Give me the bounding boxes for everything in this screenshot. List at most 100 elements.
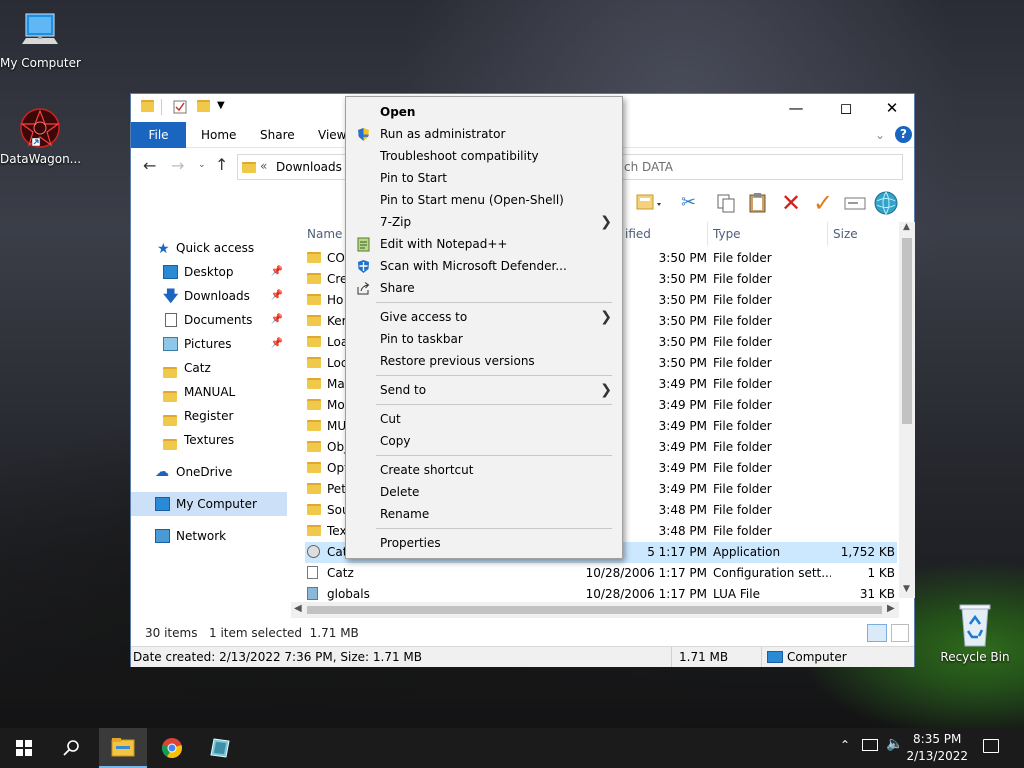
forward-icon[interactable]: →: [171, 156, 184, 175]
menu-item-restore-previous-versions[interactable]: Restore previous versions: [346, 350, 622, 372]
address-location[interactable]: Downloads: [276, 160, 342, 174]
share-icon: [356, 281, 371, 295]
nav-catz[interactable]: Catz: [131, 356, 287, 380]
back-icon[interactable]: ←: [143, 156, 156, 175]
cell-size: 1 KB: [867, 566, 895, 580]
maximize-button[interactable]: ◻: [823, 94, 869, 122]
large-icons-view-icon[interactable]: [891, 624, 909, 642]
nav-manual[interactable]: MANUAL: [131, 380, 287, 404]
tab-home[interactable]: Home: [189, 122, 248, 148]
desktop-icon-datawagon[interactable]: DataWagon...: [0, 106, 81, 166]
menu-item-give-access-to[interactable]: Give access to ❯: [346, 306, 622, 328]
nav-downloads[interactable]: 🡇 Downloads 📌: [131, 284, 287, 308]
menu-item-troubleshoot-compatibility[interactable]: Troubleshoot compatibility: [346, 145, 622, 167]
menu-item-run-as-administrator[interactable]: Run as administrator: [346, 123, 622, 145]
menu-item-delete[interactable]: Delete: [346, 481, 622, 503]
menu-item-rename[interactable]: Rename: [346, 503, 622, 525]
scrollbar-thumb[interactable]: [307, 606, 882, 614]
menu-item-cut[interactable]: Cut: [346, 408, 622, 430]
clock[interactable]: 8:35 PM 2/13/2022: [906, 731, 968, 765]
folder-icon: [307, 399, 321, 410]
volume-icon[interactable]: 🔈: [886, 736, 903, 752]
nav-documents[interactable]: Documents 📌: [131, 308, 287, 332]
nav-desktop[interactable]: Desktop 📌: [131, 260, 287, 284]
rename-icon[interactable]: [843, 192, 867, 217]
menu-item-send-to[interactable]: Send to ❯: [346, 379, 622, 401]
cut-icon[interactable]: ✂: [681, 192, 696, 213]
column-header-type[interactable]: Type: [713, 222, 741, 246]
nav-item-label: Desktop: [184, 265, 234, 279]
nav-textures[interactable]: Textures: [131, 428, 287, 452]
tab-file[interactable]: File: [131, 122, 186, 148]
close-button[interactable]: ✕: [869, 94, 915, 122]
column-header-size[interactable]: Size: [833, 222, 858, 246]
column-header-modified[interactable]: ified: [625, 222, 651, 246]
expand-ribbon-icon[interactable]: ⌄: [875, 128, 885, 142]
new-folder-quick-icon[interactable]: [197, 100, 211, 114]
column-header-name[interactable]: Name: [307, 222, 342, 246]
scroll-up-icon[interactable]: ▲: [903, 222, 910, 232]
cell-type: File folder: [713, 251, 772, 265]
network-tray-icon[interactable]: [862, 739, 878, 751]
search-button[interactable]: [48, 728, 96, 768]
folder-icon: [307, 357, 321, 368]
details-view-icon[interactable]: [867, 624, 887, 642]
menu-item-edit-with-notepad[interactable]: Edit with Notepad++: [346, 233, 622, 255]
menu-item-scan-with-microsoft-defender[interactable]: Scan with Microsoft Defender...: [346, 255, 622, 277]
menu-item-share[interactable]: Share: [346, 277, 622, 299]
menu-item-create-shortcut[interactable]: Create shortcut: [346, 459, 622, 481]
menu-item-pin-to-start[interactable]: Pin to Start: [346, 167, 622, 189]
search-input[interactable]: ch DATA: [597, 154, 903, 180]
desktop-icon-recycle-bin[interactable]: Recycle Bin: [935, 602, 1015, 664]
show-hidden-icons-icon[interactable]: ⌃: [840, 738, 850, 752]
menu-item-pin-to-start-menu-open-shell[interactable]: Pin to Start menu (Open-Shell): [346, 189, 622, 211]
globe-icon[interactable]: [873, 190, 899, 219]
menu-item-copy[interactable]: Copy: [346, 430, 622, 452]
nav-my-computer[interactable]: My Computer: [131, 492, 287, 516]
taskbar-chrome[interactable]: [148, 728, 196, 768]
nav-onedrive[interactable]: ☁ OneDrive: [131, 460, 287, 484]
cell-type: File folder: [713, 503, 772, 517]
menu-item-pin-to-taskbar[interactable]: Pin to taskbar: [346, 328, 622, 350]
minimize-button[interactable]: —: [773, 94, 819, 122]
cell-type: File folder: [713, 461, 772, 475]
address-bar[interactable]: « Downloads: [237, 154, 347, 180]
tab-share[interactable]: Share: [248, 122, 307, 148]
table-row[interactable]: Catz 10/28/2006 1:17 PM Configuration sett…: [305, 563, 897, 584]
up-icon[interactable]: ↑: [215, 155, 228, 174]
scroll-left-icon[interactable]: ◀: [294, 603, 302, 614]
nav-pictures[interactable]: Pictures 📌: [131, 332, 287, 356]
desktop-icon-my-computer[interactable]: My Computer: [0, 10, 81, 70]
nav-register[interactable]: Register: [131, 404, 287, 428]
address-overflow[interactable]: «: [260, 159, 267, 173]
taskbar-app[interactable]: [196, 728, 244, 768]
cell-type: File folder: [713, 314, 772, 328]
nav-network[interactable]: Network: [131, 524, 287, 548]
recent-locations-icon[interactable]: ⌄: [198, 160, 206, 170]
menu-item-7-zip[interactable]: 7-Zip ❯: [346, 211, 622, 233]
menu-separator: [376, 302, 612, 303]
checkmark-icon[interactable]: ✓: [813, 189, 833, 217]
copy-icon[interactable]: [715, 192, 737, 217]
notifications-icon[interactable]: [983, 739, 999, 753]
menu-item-label: Delete: [380, 485, 420, 499]
help-icon[interactable]: ?: [895, 126, 912, 143]
delete-icon[interactable]: ✕: [781, 189, 801, 217]
start-button[interactable]: [0, 728, 48, 768]
nav-item-label: Documents: [184, 313, 253, 327]
menu-item-properties[interactable]: Properties: [346, 532, 622, 554]
paste-icon[interactable]: [747, 192, 769, 217]
menu-item-open[interactable]: Open: [346, 101, 622, 123]
submenu-arrow-icon: ❯: [600, 382, 612, 398]
nav-quick-access[interactable]: ★ Quick access: [131, 236, 287, 260]
scroll-down-icon[interactable]: ▼: [903, 584, 910, 594]
menu-item-label: Run as administrator: [380, 127, 506, 141]
vertical-scrollbar[interactable]: ▲ ▼: [899, 222, 915, 598]
customize-quick-access-icon[interactable]: ▼: [217, 100, 225, 111]
properties-quick-icon[interactable]: [173, 100, 187, 114]
scroll-right-icon[interactable]: ▶: [887, 603, 895, 614]
scrollbar-thumb[interactable]: [902, 238, 912, 424]
taskbar-file-explorer[interactable]: [99, 728, 147, 768]
horizontal-scrollbar[interactable]: ◀ ▶: [291, 602, 899, 618]
view-options-icon[interactable]: [635, 192, 665, 217]
